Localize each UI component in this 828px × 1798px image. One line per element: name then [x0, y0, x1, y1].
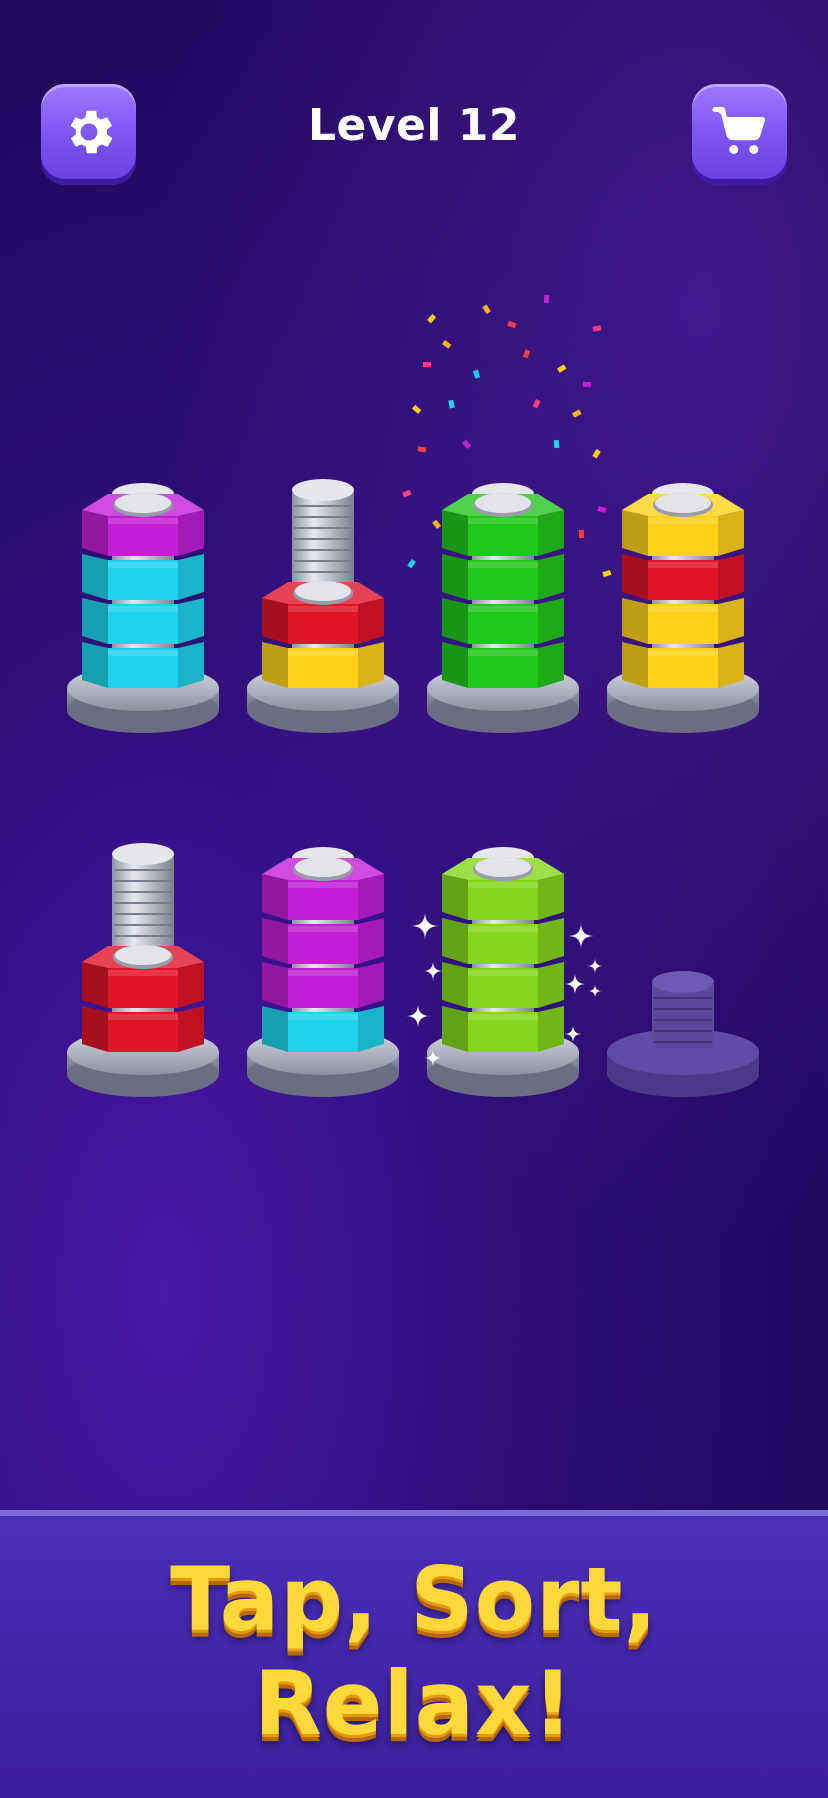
- confetti-piece: [532, 399, 541, 409]
- confetti-piece: [553, 439, 560, 449]
- sparkle-icon: [423, 961, 443, 981]
- sparkle-icon: [411, 912, 439, 940]
- confetti-piece: [602, 569, 612, 578]
- yellow-nut[interactable]: [622, 493, 744, 556]
- cyan-nut[interactable]: [262, 1006, 384, 1052]
- confetti-piece: [578, 529, 585, 539]
- slogan-line-2: Relax!: [254, 1652, 574, 1755]
- lime-nut[interactable]: [442, 1006, 564, 1052]
- magenta-nut[interactable]: [262, 918, 384, 964]
- lime-nut[interactable]: [442, 857, 564, 920]
- confetti-piece: [442, 339, 452, 349]
- sparkle-icon: [588, 984, 602, 998]
- sparkle-icon: [568, 923, 594, 949]
- confetti-piece: [543, 294, 550, 304]
- confetti-piece: [402, 489, 412, 498]
- lime-nut[interactable]: [442, 918, 564, 964]
- magenta-nut[interactable]: [262, 857, 384, 920]
- confetti-piece: [473, 369, 481, 379]
- lime-nut[interactable]: [442, 962, 564, 1008]
- confetti-piece: [417, 446, 427, 453]
- magenta-nut[interactable]: [82, 493, 204, 556]
- confetti-piece: [462, 439, 472, 449]
- confetti-piece: [407, 559, 416, 569]
- confetti-piece: [423, 362, 431, 367]
- confetti-piece: [427, 314, 437, 324]
- green-nut[interactable]: [442, 598, 564, 644]
- green-nut[interactable]: [442, 554, 564, 600]
- yellow-nut[interactable]: [262, 642, 384, 688]
- red-nut[interactable]: [622, 554, 744, 600]
- yellow-nut[interactable]: [622, 642, 744, 688]
- cyan-nut[interactable]: [82, 642, 204, 688]
- confetti-piece: [582, 381, 592, 388]
- red-nut[interactable]: [82, 1006, 204, 1052]
- sparkle-icon: [587, 958, 603, 974]
- confetti-piece: [482, 304, 491, 314]
- sparkle-icon: [406, 1004, 430, 1028]
- locked-bolt: [652, 971, 714, 1048]
- sparkle-icon: [564, 973, 586, 995]
- confetti-piece: [432, 519, 442, 529]
- confetti-piece: [592, 449, 601, 459]
- yellow-nut[interactable]: [622, 598, 744, 644]
- confetti-piece: [572, 409, 582, 418]
- confetti-piece: [557, 364, 567, 373]
- confetti-piece: [592, 325, 602, 332]
- green-nut[interactable]: [442, 493, 564, 556]
- red-nut[interactable]: [82, 945, 204, 1008]
- green-nut[interactable]: [442, 642, 564, 688]
- game-board: [67, 294, 759, 1097]
- confetti-piece: [597, 506, 607, 513]
- confetti-piece: [522, 349, 531, 359]
- red-nut[interactable]: [262, 581, 384, 644]
- confetti-piece: [507, 320, 517, 329]
- cyan-nut[interactable]: [82, 554, 204, 600]
- slogan-line-1: Tap, Sort,: [170, 1548, 658, 1651]
- confetti-piece: [412, 404, 422, 414]
- confetti-piece: [448, 399, 455, 409]
- magenta-nut[interactable]: [262, 962, 384, 1008]
- cyan-nut[interactable]: [82, 598, 204, 644]
